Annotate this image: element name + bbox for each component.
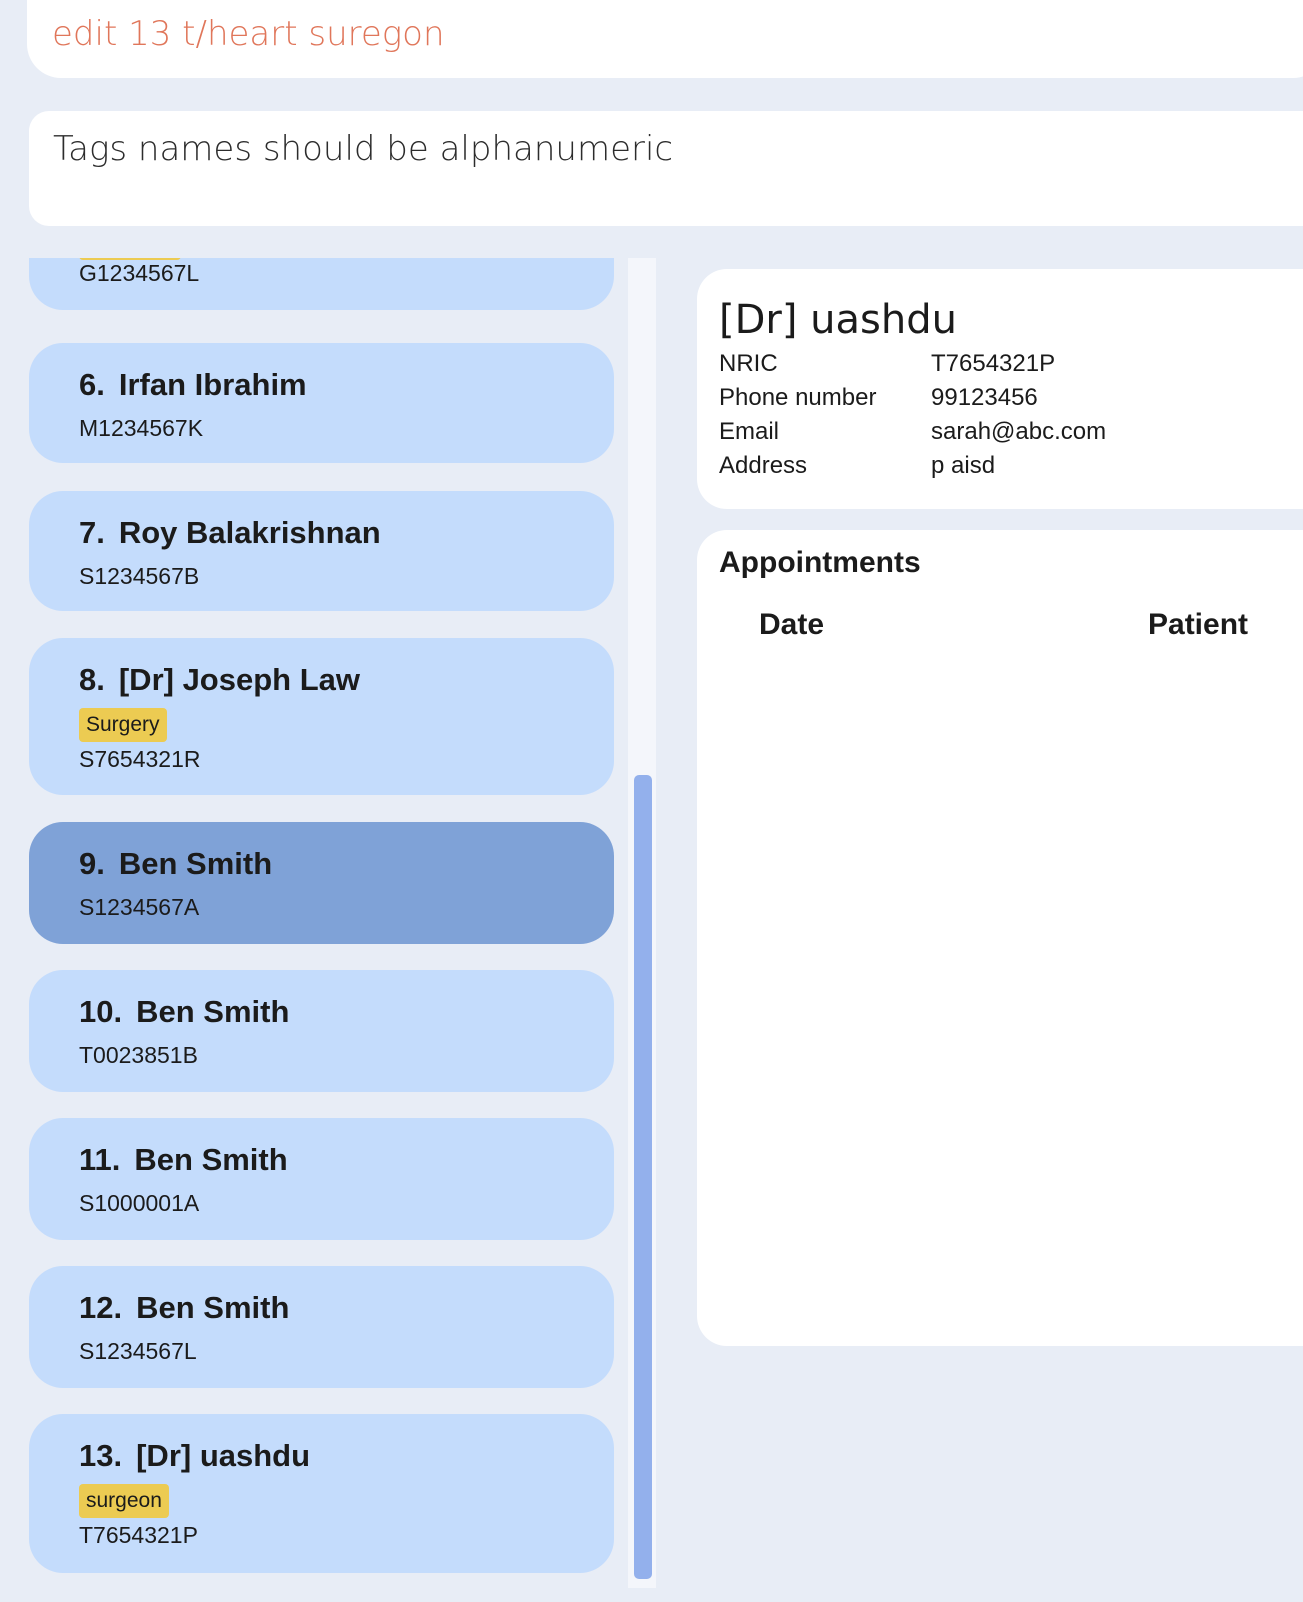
person-name-text: Roy Balakrishnan: [118, 515, 381, 550]
person-card[interactable]: 7. Roy Balakrishnan S1234567B: [29, 491, 614, 611]
detail-label: Phone number: [719, 384, 877, 411]
person-name: 10. Ben Smith: [79, 994, 289, 1030]
detail-value: T7654321P: [931, 350, 1056, 377]
detail-value: sarah@abc.com: [931, 418, 1107, 445]
person-index: 8.: [79, 662, 105, 697]
person-index: 13.: [79, 1438, 123, 1473]
person-nric: S1000001A: [79, 1190, 200, 1216]
person-tag: Surgery: [79, 708, 167, 742]
appointments-panel: Appointments Date Patient: [697, 530, 1303, 1346]
detail-value: 99123456: [931, 384, 1038, 411]
person-name-text: Ben Smith: [118, 846, 273, 881]
detail-name: [Dr] uashdu: [719, 297, 957, 343]
person-nric: S1234567B: [79, 563, 200, 589]
person-name-text: Ben Smith: [136, 994, 290, 1029]
person-card[interactable]: 11. Ben Smith S1000001A: [29, 1118, 614, 1240]
person-nric: G1234567L: [79, 260, 200, 286]
person-nric: M1234567K: [79, 415, 204, 441]
person-name-text: [Dr] uashdu: [136, 1438, 311, 1473]
person-name-text: Ben Smith: [136, 1290, 290, 1325]
detail-row-phone: Phone number 99123456: [719, 384, 1038, 412]
person-nric: S7654321R: [79, 746, 201, 772]
detail-label: NRIC: [719, 350, 778, 377]
person-nric: T0023851B: [79, 1042, 198, 1068]
person-index: 7.: [79, 515, 105, 550]
person-index: 10.: [79, 994, 123, 1029]
person-card[interactable]: 12. Ben Smith S1234567L: [29, 1266, 614, 1388]
person-card-selected[interactable]: 9. Ben Smith S1234567A: [29, 822, 614, 944]
appointments-column-patient[interactable]: Patient: [1148, 608, 1248, 642]
person-nric: S1234567A: [79, 894, 200, 920]
person-card[interactable]: 10. Ben Smith T0023851B: [29, 970, 614, 1092]
scrollbar-thumb[interactable]: [634, 775, 652, 1579]
detail-row-nric: NRIC T7654321P: [719, 350, 1055, 378]
person-name: 12. Ben Smith: [79, 1290, 289, 1326]
person-index: 6.: [79, 367, 105, 402]
person-index: 9.: [79, 846, 105, 881]
person-name-text: Irfan Ibrahim: [118, 367, 307, 402]
appointments-column-date[interactable]: Date: [759, 608, 824, 642]
person-card[interactable]: G1234567L: [29, 258, 614, 310]
person-name: 6. Irfan Ibrahim: [79, 367, 307, 403]
detail-row-address: Address p aisd: [719, 452, 995, 480]
detail-value: p aisd: [931, 452, 996, 479]
person-card[interactable]: 6. Irfan Ibrahim M1234567K: [29, 343, 614, 463]
person-list[interactable]: G1234567L 6. Irfan Ibrahim M1234567K 7. Ro…: [0, 258, 656, 1602]
person-tag: surgeon: [79, 1484, 169, 1518]
detail-label: Address: [719, 452, 808, 479]
result-message: Tags names should be alphanumeric: [53, 129, 674, 169]
person-name: 13. [Dr] uashdu: [79, 1438, 310, 1474]
person-list-scrollbar[interactable]: [628, 258, 656, 1588]
person-name: 11. Ben Smith: [79, 1142, 288, 1178]
person-index: 12.: [79, 1290, 123, 1325]
person-nric: T7654321P: [79, 1522, 198, 1548]
person-name-text: Ben Smith: [134, 1142, 288, 1177]
person-name: 9. Ben Smith: [79, 846, 272, 882]
person-name: 8. [Dr] Joseph Law: [79, 662, 360, 698]
person-index: 11.: [79, 1142, 121, 1177]
command-input[interactable]: [52, 14, 1152, 54]
command-box[interactable]: [27, 0, 1303, 78]
result-display: Tags names should be alphanumeric: [29, 111, 1303, 226]
detail-row-email: Email sarah@abc.com: [719, 418, 1106, 446]
appointments-title: Appointments: [719, 546, 921, 579]
detail-label: Email: [719, 418, 780, 445]
person-card[interactable]: 13. [Dr] uashdu surgeon T7654321P: [29, 1414, 614, 1573]
person-card[interactable]: 8. [Dr] Joseph Law Surgery S7654321R: [29, 638, 614, 795]
person-name: 7. Roy Balakrishnan: [79, 515, 381, 551]
person-detail-panel: [Dr] uashdu NRIC T7654321P Phone number …: [697, 269, 1303, 509]
person-name-text: [Dr] Joseph Law: [118, 662, 361, 697]
person-nric: S1234567L: [79, 1338, 197, 1364]
